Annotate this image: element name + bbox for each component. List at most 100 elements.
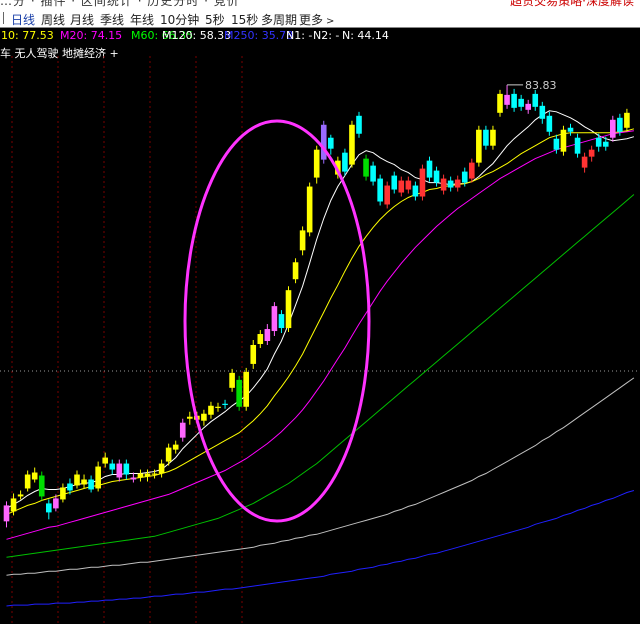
candle — [243, 367, 249, 411]
candle — [278, 310, 285, 334]
candle — [349, 120, 355, 168]
candle — [518, 94, 524, 111]
candle-body — [179, 422, 186, 438]
candle — [306, 182, 313, 237]
candle — [567, 123, 574, 136]
candle-body — [335, 160, 341, 175]
candlestick-chart[interactable]: 83.83 — [0, 0, 640, 624]
candle — [74, 470, 80, 489]
candle — [490, 125, 496, 150]
candle — [433, 166, 440, 187]
candle-body — [342, 152, 348, 172]
candle-body — [201, 413, 207, 421]
candle — [342, 148, 348, 176]
candle — [257, 330, 264, 348]
tab-monthly[interactable]: 月线 — [70, 11, 94, 28]
candle-body — [116, 463, 123, 478]
candle-body — [574, 137, 581, 154]
tab-yearly[interactable]: 年线 — [130, 11, 154, 28]
highlight-ellipse — [183, 119, 371, 523]
top-toolbar: …分 · 插件 · 区间统计 · 历史分时 · 竞价 超赞交易策略·深度解读 — [0, 0, 640, 9]
promo-text[interactable]: 超赞交易策略·深度解读 — [510, 0, 634, 9]
candle — [187, 411, 193, 425]
candle — [31, 467, 38, 483]
tab-more[interactable]: 更多 > — [299, 11, 334, 28]
candle — [377, 174, 383, 206]
candle-body — [546, 115, 553, 132]
candle-body — [271, 306, 278, 332]
candle-body — [567, 127, 574, 132]
candle-body — [10, 498, 17, 512]
tab-10min[interactable]: 10分钟 — [160, 11, 199, 28]
candle — [398, 176, 405, 197]
candle-body — [511, 93, 517, 108]
candle-body — [123, 463, 130, 475]
candle-body — [384, 185, 390, 205]
candle — [236, 375, 242, 411]
candle — [602, 136, 609, 151]
candle-body — [377, 178, 383, 202]
candle-body — [363, 158, 369, 177]
candle — [624, 108, 630, 132]
tab-daily[interactable]: 日线 — [11, 11, 35, 28]
candle — [130, 472, 137, 483]
ma-line-m-blue — [6, 490, 635, 607]
candle-body — [560, 129, 567, 152]
concept-tags[interactable]: 车 无人驾驶 地摊经济 + — [0, 45, 119, 61]
candle-body — [454, 179, 461, 188]
candle-body — [610, 119, 616, 138]
candle-body — [539, 105, 546, 119]
candle — [299, 226, 306, 256]
toolbar-menu-text[interactable]: …分 · 插件 · 区间统计 · 历史分时 · 竞价 — [0, 0, 240, 9]
ma-legend-n: N: 44.14 — [342, 29, 389, 42]
candle — [391, 171, 398, 194]
candle-body — [602, 141, 609, 147]
candle-body — [3, 505, 10, 522]
candle — [264, 324, 271, 345]
candle — [560, 125, 567, 156]
candle — [546, 111, 553, 136]
candle — [109, 459, 116, 475]
tab-multi-period[interactable]: 多周期 — [261, 11, 297, 28]
candle-body — [320, 124, 327, 160]
period-tab-bar: 日线 周线 月线 季线 年线 10分钟 5秒 15秒 多周期 更多 > — [0, 9, 640, 28]
candle-body — [137, 473, 144, 478]
candle — [60, 483, 66, 503]
candle — [313, 145, 320, 184]
candle-body — [405, 180, 412, 190]
candle — [476, 125, 482, 167]
stock-chart-window: …分 · 插件 · 区间统计 · 历史分时 · 竞价 超赞交易策略·深度解读 日… — [0, 0, 640, 624]
candle-body — [285, 290, 292, 329]
candle-body — [595, 137, 602, 147]
tab-5sec[interactable]: 5秒 — [205, 11, 225, 28]
candle — [405, 176, 412, 194]
candle — [24, 470, 31, 492]
candle-body — [151, 473, 158, 475]
tab-separator — [3, 12, 4, 24]
candle — [370, 161, 376, 186]
tab-15sec[interactable]: 15秒 — [231, 11, 258, 28]
candle-body — [433, 170, 440, 183]
candle-body — [398, 180, 405, 193]
tab-weekly[interactable]: 周线 — [41, 11, 65, 28]
ma-line-m60 — [6, 130, 634, 540]
candle — [151, 469, 158, 479]
candle — [229, 368, 235, 392]
candle-body — [313, 149, 320, 178]
candle — [497, 89, 503, 117]
candle-body — [172, 444, 179, 450]
candle — [461, 167, 468, 187]
candle-body — [292, 262, 299, 280]
candle-body — [518, 98, 524, 107]
candle-body — [60, 487, 66, 500]
candle — [483, 125, 489, 150]
candle-body — [24, 474, 31, 489]
candle-body — [88, 479, 94, 490]
candle — [10, 493, 17, 516]
tab-quarterly[interactable]: 季线 — [100, 11, 124, 28]
candle — [553, 134, 560, 154]
candle-body — [250, 344, 257, 364]
ma-legend: 10: 77.53 M20: 74.15 M60: 66.35 M120: 58… — [0, 28, 640, 43]
candle — [201, 409, 207, 426]
candle-body — [243, 371, 249, 407]
